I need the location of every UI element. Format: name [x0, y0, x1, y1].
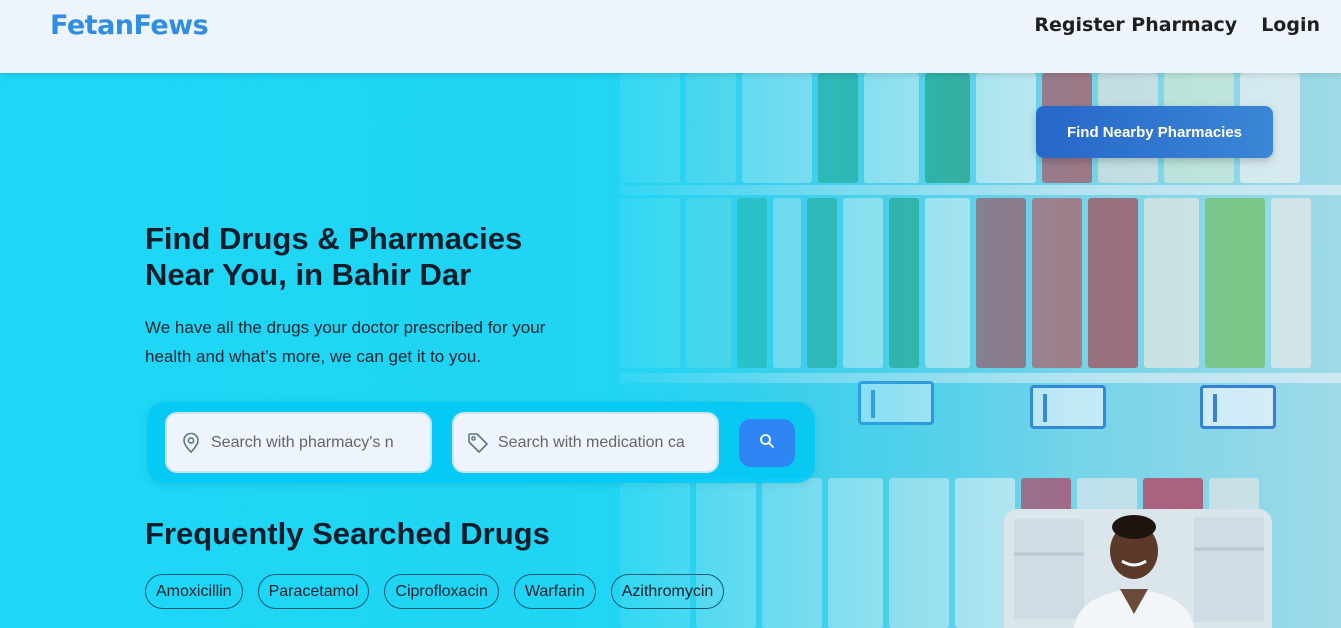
pharmacy-search-input[interactable]: [211, 433, 401, 452]
hero-subtitle-line2: health and what’s more, we can get it to…: [145, 347, 482, 366]
pharmacy-search-field[interactable]: [165, 412, 432, 473]
drug-chip[interactable]: Azithromycin: [610, 574, 725, 609]
medication-search-input[interactable]: [498, 433, 688, 452]
hero-headline-line1: Find Drugs & Pharmacies: [145, 221, 523, 256]
pharmacist-photo: [1004, 509, 1272, 628]
hero-headline-line2: Near You, in Bahir Dar: [145, 257, 472, 292]
frequent-drugs-list: Amoxicillin Paracetamol Ciprofloxacin Warfa…: [145, 574, 725, 609]
login-link[interactable]: Login: [1261, 14, 1320, 36]
hero-subtitle-line1: We have all the drugs your doctor prescr…: [145, 318, 546, 337]
search-bar: [147, 402, 815, 483]
frequent-drugs-title: Frequently Searched Drugs: [145, 516, 550, 551]
drug-chip[interactable]: Ciprofloxacin: [384, 574, 499, 609]
nav-links: Register Pharmacy Login: [1034, 14, 1320, 36]
brand-logo[interactable]: FetanFews: [50, 10, 209, 41]
search-icon: [759, 433, 775, 454]
find-nearby-pharmacies-button[interactable]: Find Nearby Pharmacies: [1036, 106, 1273, 158]
search-submit-button[interactable]: [739, 419, 795, 467]
hero-subtitle: We have all the drugs your doctor prescr…: [145, 313, 615, 371]
location-pin-icon: [171, 432, 211, 454]
top-navbar: FetanFews Register Pharmacy Login: [0, 0, 1341, 73]
drug-chip[interactable]: Amoxicillin: [145, 574, 243, 609]
tag-icon: [458, 432, 498, 454]
hero-headline: Find Drugs & Pharmacies Near You, in Bah…: [145, 221, 605, 293]
medication-search-field[interactable]: [452, 412, 719, 473]
drug-chip[interactable]: Warfarin: [513, 574, 596, 609]
drug-chip[interactable]: Paracetamol: [257, 574, 370, 609]
register-pharmacy-link[interactable]: Register Pharmacy: [1034, 14, 1237, 36]
